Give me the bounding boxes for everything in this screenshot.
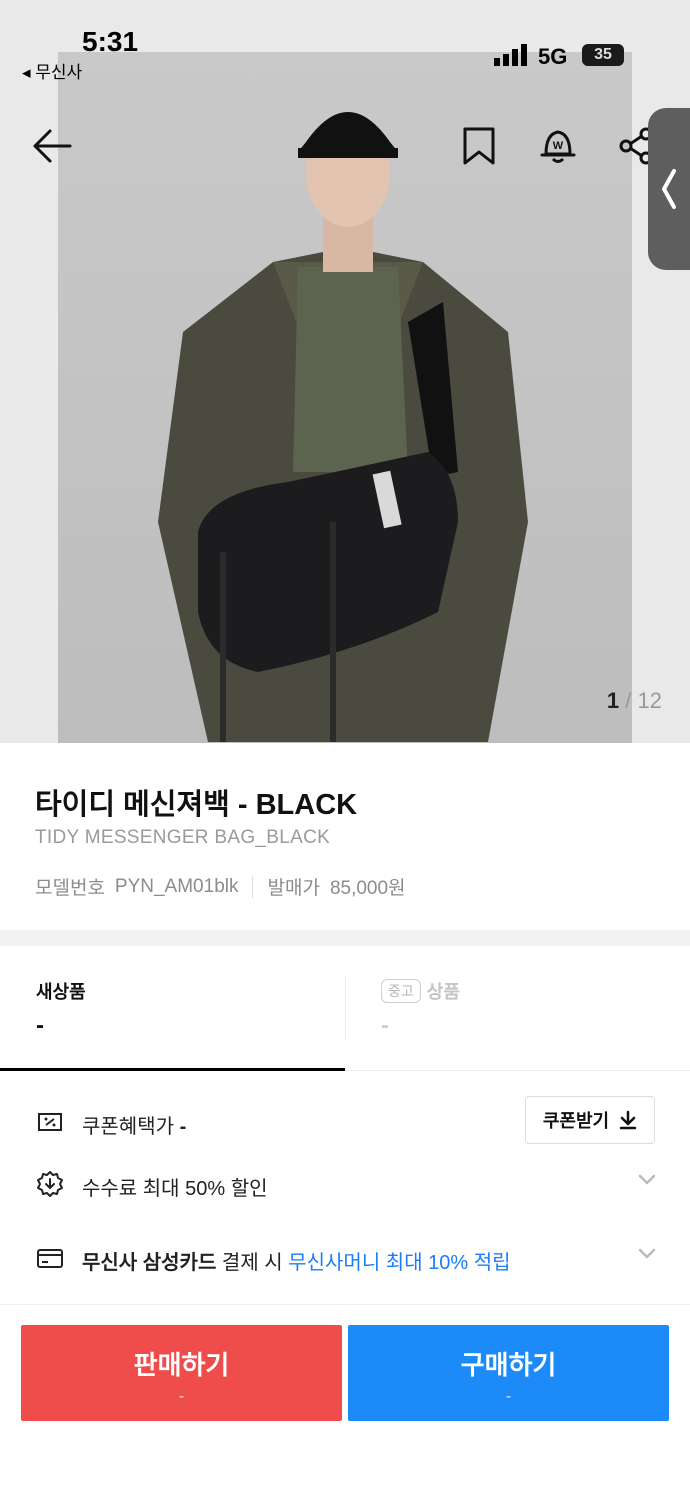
fee-discount-text: 수수료 최대 50% 할인 <box>82 1178 268 1200</box>
chevron-down-icon <box>638 1174 656 1185</box>
condition-tabs: 새상품 - 중고 상품 - <box>0 946 690 1071</box>
back-to-app-link[interactable]: ◂ 무신사 <box>22 58 82 83</box>
coupon-benefit-text: 쿠폰혜택가 - <box>82 1110 186 1139</box>
card-benefit-text: 무신사 삼성카드 결제 시 무신사머니 최대 10% 적립 <box>82 1246 511 1275</box>
coupon-price-label: 쿠폰혜택가 <box>82 1116 180 1138</box>
tab-used-label: 상품 <box>426 982 460 1002</box>
section-divider <box>0 930 690 946</box>
side-panel-tab[interactable] <box>648 108 690 270</box>
svg-text:W: W <box>553 140 564 152</box>
credit-card-icon <box>37 1249 63 1268</box>
tab-new-label: 새상품 <box>36 982 86 1002</box>
sell-price: - <box>178 1388 185 1405</box>
bookmark-button[interactable] <box>457 124 501 168</box>
tab-new-price: - <box>36 1012 44 1039</box>
image-counter-separator: / <box>625 688 632 713</box>
tab-used-label-group: 중고 상품 <box>381 978 460 1004</box>
image-counter-current: 1 <box>606 688 620 713</box>
battery-indicator: 35 <box>582 44 624 66</box>
product-meta: 모델번호 PYN_AM01blk 발매가 85,000원 <box>35 873 406 900</box>
card-name: 무신사 삼성카드 <box>82 1252 217 1274</box>
active-tab-indicator <box>0 1068 345 1071</box>
card-benefit-mid: 결제 시 <box>216 1252 289 1274</box>
buy-button[interactable]: 구매하기 - <box>348 1325 669 1421</box>
back-button[interactable] <box>30 124 74 168</box>
model-number-label: 모델번호 <box>35 878 105 899</box>
chevron-left-icon <box>662 169 676 209</box>
product-title: 타이디 메신져백 - BLACK <box>35 789 358 821</box>
get-coupon-label: 쿠폰받기 <box>542 1111 610 1131</box>
bell-w-icon: W <box>540 130 576 163</box>
tab-new-product[interactable]: 새상품 - <box>0 946 345 1071</box>
sell-button[interactable]: 판매하기 - <box>21 1325 342 1421</box>
get-coupon-button[interactable]: 쿠폰받기 <box>525 1096 655 1144</box>
buy-price: - <box>505 1388 512 1405</box>
buy-label: 구매하기 <box>460 1350 557 1380</box>
bookmark-icon <box>463 127 495 165</box>
tab-used-product[interactable]: 중고 상품 - <box>345 946 690 1070</box>
network-type: 5G <box>538 44 568 69</box>
discount-badge-icon <box>37 1171 63 1197</box>
price-alert-button[interactable]: W <box>536 124 580 168</box>
sell-label: 판매하기 <box>133 1350 230 1380</box>
bottom-action-bar: 판매하기 - 구매하기 - <box>0 1304 690 1501</box>
chevron-down-icon <box>638 1248 656 1259</box>
tab-used-price: - <box>381 1012 389 1039</box>
download-icon <box>619 1110 637 1130</box>
card-benefit-row[interactable]: 무신사 삼성카드 결제 시 무신사머니 최대 10% 적립 <box>0 1228 690 1288</box>
status-time: 5:31 <box>82 26 139 57</box>
card-benefit-highlight: 무신사머니 최대 10% 적립 <box>288 1252 511 1274</box>
model-number-value: PYN_AM01blk <box>114 875 239 897</box>
coupon-price-value: - <box>179 1116 187 1138</box>
release-price-value: 85,000원 <box>329 878 406 899</box>
status-bar: 5:31 ◂ 무신사 5G 35 <box>0 0 690 90</box>
product-english-name: TIDY MESSENGER BAG_BLACK <box>35 827 331 848</box>
image-counter: 1 / 12 <box>607 688 662 714</box>
meta-divider <box>252 875 254 898</box>
product-image-gallery[interactable]: 5:31 ◂ 무신사 5G 35 W 1 / 12 <box>0 0 690 743</box>
fee-discount-row[interactable]: 수수료 최대 50% 할인 <box>0 1154 690 1214</box>
coupon-icon <box>38 1113 62 1131</box>
arrow-left-icon <box>33 129 72 163</box>
cellular-signal-icon <box>494 44 527 66</box>
back-app-label: 무신사 <box>35 63 83 82</box>
coupon-benefit-row: 쿠폰혜택가 - 쿠폰받기 <box>0 1092 690 1152</box>
image-counter-total: 12 <box>637 688 662 713</box>
release-price-label: 발매가 <box>267 878 320 899</box>
used-badge: 중고 <box>381 979 421 1003</box>
